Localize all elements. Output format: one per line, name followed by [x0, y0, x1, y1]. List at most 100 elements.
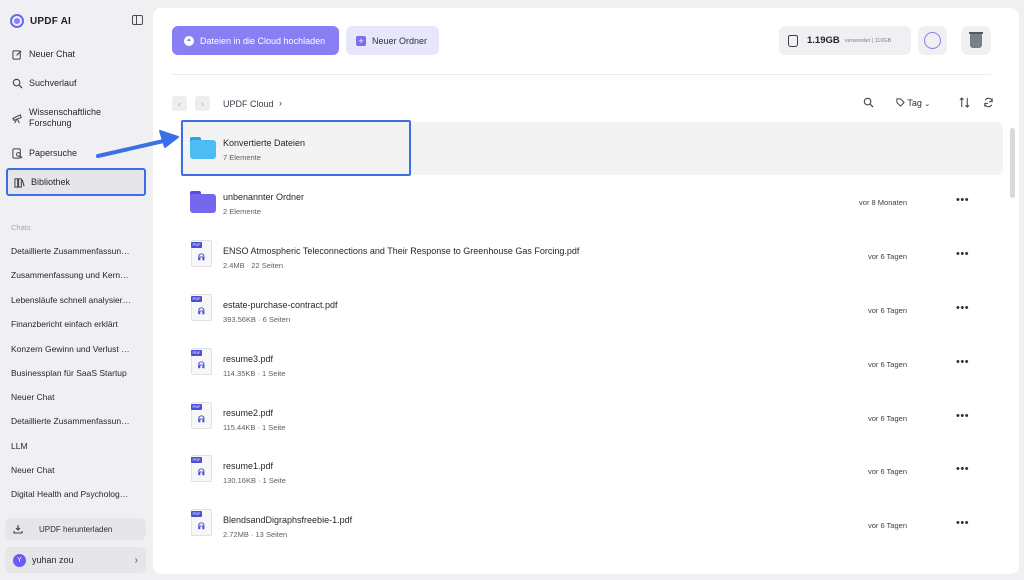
file-row-pdf[interactable]: PDF ᕱ resume2.pdf 115.44KB · 1 Seite vor …: [180, 392, 1003, 445]
file-meta: 114.35KB · 1 Seite: [223, 369, 286, 378]
more-options-icon[interactable]: •••: [956, 356, 969, 368]
file-row-pdf[interactable]: PDF ᕱ ENSO Atmospheric Teleconnections an…: [180, 230, 1003, 283]
scrollbar-thumb[interactable]: [1010, 128, 1015, 198]
search-icon[interactable]: [863, 97, 874, 111]
breadcrumb-current[interactable]: UPDF Cloud: [223, 99, 274, 109]
chat-item[interactable]: Finanzbericht einfach erklärt: [11, 319, 141, 329]
file-date: vor 6 Tagen: [867, 467, 907, 476]
upload-label: Dateien in die Cloud hochladen: [200, 35, 326, 46]
pdf-icon-tag: PDF: [191, 404, 202, 410]
pdf-icon: PDF ᕱ: [191, 455, 212, 482]
chat-item[interactable]: LLM: [11, 441, 141, 451]
more-options-icon[interactable]: •••: [956, 302, 969, 314]
nav-item-label: Bibliothek: [31, 177, 71, 187]
chat-item[interactable]: Digital Health and Psycholog…: [11, 489, 141, 499]
file-meta: 130.16KB · 1 Seite: [223, 476, 286, 485]
chat-item[interactable]: Businessplan für SaaS Startup: [11, 368, 141, 378]
main-panel: Dateien in die Cloud hochladen + Neuer O…: [153, 8, 1019, 574]
file-name: unbenannter Ordner: [223, 192, 305, 202]
file-name: resume2.pdf: [223, 408, 274, 418]
pdf-icon-mark: ᕱ: [198, 252, 205, 262]
more-options-icon[interactable]: •••: [956, 410, 969, 422]
tag-filter-label: Tag: [907, 98, 922, 108]
file-name: ENSO Atmospheric Teleconnections and The…: [223, 246, 580, 256]
divider: [172, 74, 991, 75]
chats-section-title: Chats: [11, 223, 31, 232]
tag-filter-dropdown[interactable]: Tag ⌄: [896, 98, 930, 108]
brand: UPDF AI: [10, 14, 71, 28]
nav-item-suchverlauf[interactable]: Suchverlauf: [6, 76, 146, 90]
pdf-icon: PDF ᕱ: [191, 348, 212, 375]
file-name: estate-purchase-contract.pdf: [223, 300, 338, 310]
chevron-right-icon: ›: [279, 98, 282, 108]
pdf-icon-mark: ᕱ: [198, 467, 205, 477]
nav-item-label: Neuer Chat: [29, 49, 76, 59]
chat-item[interactable]: Zusammenfassung und Kern…: [11, 270, 141, 280]
sort-icon[interactable]: [959, 97, 970, 111]
nav-item-papersuche[interactable]: Papersuche: [6, 146, 146, 160]
file-row-folder[interactable]: unbenannter Ordner 2 Elemente vor 8 Mona…: [180, 176, 1003, 229]
chat-item[interactable]: Konzern Gewinn und Verlust …: [11, 344, 141, 354]
more-options-icon[interactable]: •••: [956, 194, 969, 206]
file-meta: 2 Elemente: [223, 207, 261, 216]
file-date: vor 6 Tagen: [867, 521, 907, 530]
file-row-pdf[interactable]: PDF ᕱ BlendsandDigraphsfreebie-1.pdf 2.72…: [180, 499, 1003, 552]
avatar: Y: [13, 553, 26, 567]
file-meta: 2.72MB · 13 Seiten: [223, 530, 288, 539]
pdf-icon-tag: PDF: [191, 457, 202, 463]
nav-item-wissenschaftliche-forschung[interactable]: Wissenschaftliche Forschung: [6, 107, 146, 131]
file-row-pdf[interactable]: PDF ᕱ resume3.pdf 114.35KB · 1 Seite vor …: [180, 338, 1003, 391]
file-row-pdf[interactable]: PDF ᕱ estate-purchase-contract.pdf 393.56…: [180, 284, 1003, 337]
storage-indicator[interactable]: 1.19GB verwendet | 110GB: [779, 26, 911, 55]
updf-logo-icon: [10, 14, 24, 28]
trash-button[interactable]: [961, 26, 991, 55]
sync-icon: [924, 32, 941, 49]
back-button[interactable]: ‹: [172, 96, 187, 111]
chat-item[interactable]: Detaillierte Zusammenfassun…: [11, 416, 141, 426]
trash-icon-body: [970, 34, 982, 48]
pdf-icon-tag: PDF: [191, 296, 202, 302]
user-profile[interactable]: Y yuhan zou ›: [5, 547, 146, 573]
file-name: resume3.pdf: [223, 354, 274, 364]
library-icon: [14, 177, 25, 188]
chat-item[interactable]: Neuer Chat: [11, 465, 141, 475]
sync-status-button[interactable]: [918, 26, 947, 55]
upload-to-cloud-button[interactable]: Dateien in die Cloud hochladen: [172, 26, 339, 55]
download-updf-button[interactable]: UPDF herunterladen: [5, 518, 146, 540]
file-meta: 115.44KB · 1 Seite: [223, 423, 286, 432]
search-icon: [12, 78, 23, 89]
telescope-icon: [12, 113, 23, 124]
new-folder-label: Neuer Ordner: [372, 35, 428, 46]
file-meta: 2.4MB · 22 Seiten: [223, 261, 284, 270]
folder-icon: [190, 191, 216, 213]
chat-item[interactable]: Lebensläufe schnell analysier…: [11, 295, 141, 305]
edit-icon: [12, 49, 23, 60]
nav-item-bibliothek[interactable]: Bibliothek: [6, 168, 146, 196]
file-date: vor 6 Tagen: [867, 252, 907, 261]
pdf-icon-mark: ᕱ: [198, 306, 205, 316]
more-options-icon[interactable]: •••: [956, 517, 969, 529]
more-options-icon[interactable]: •••: [956, 463, 969, 475]
pdf-icon-mark: ᕱ: [198, 521, 205, 531]
nav-item-neuer-chat[interactable]: Neuer Chat: [6, 47, 146, 61]
chat-item[interactable]: Neuer Chat: [11, 392, 141, 402]
forward-button[interactable]: ›: [195, 96, 210, 111]
storage-used: 1.19GB: [807, 35, 840, 46]
more-options-icon[interactable]: •••: [956, 248, 969, 260]
file-row-pdf[interactable]: PDF ᕱ resume1.pdf 130.16KB · 1 Seite vor …: [180, 445, 1003, 498]
sidebar-toggle-icon[interactable]: [132, 15, 143, 25]
folder-icon-body: [190, 194, 216, 213]
download-label: UPDF herunterladen: [39, 524, 113, 534]
chevron-down-icon: ⌄: [924, 101, 931, 108]
highlight-outline: [181, 120, 411, 176]
add-folder-icon: +: [356, 35, 366, 46]
user-name: yuhan zou: [32, 555, 74, 565]
upload-icon: [184, 35, 194, 46]
file-name: resume1.pdf: [223, 461, 274, 471]
new-folder-button[interactable]: + Neuer Ordner: [346, 26, 439, 55]
pdf-icon: PDF ᕱ: [191, 240, 212, 267]
chat-item[interactable]: Detaillierte Zusammenfassun…: [11, 246, 141, 256]
pdf-icon-tag: PDF: [191, 242, 202, 248]
nav-item-label: Suchverlauf: [29, 78, 77, 88]
refresh-icon[interactable]: [983, 97, 994, 111]
